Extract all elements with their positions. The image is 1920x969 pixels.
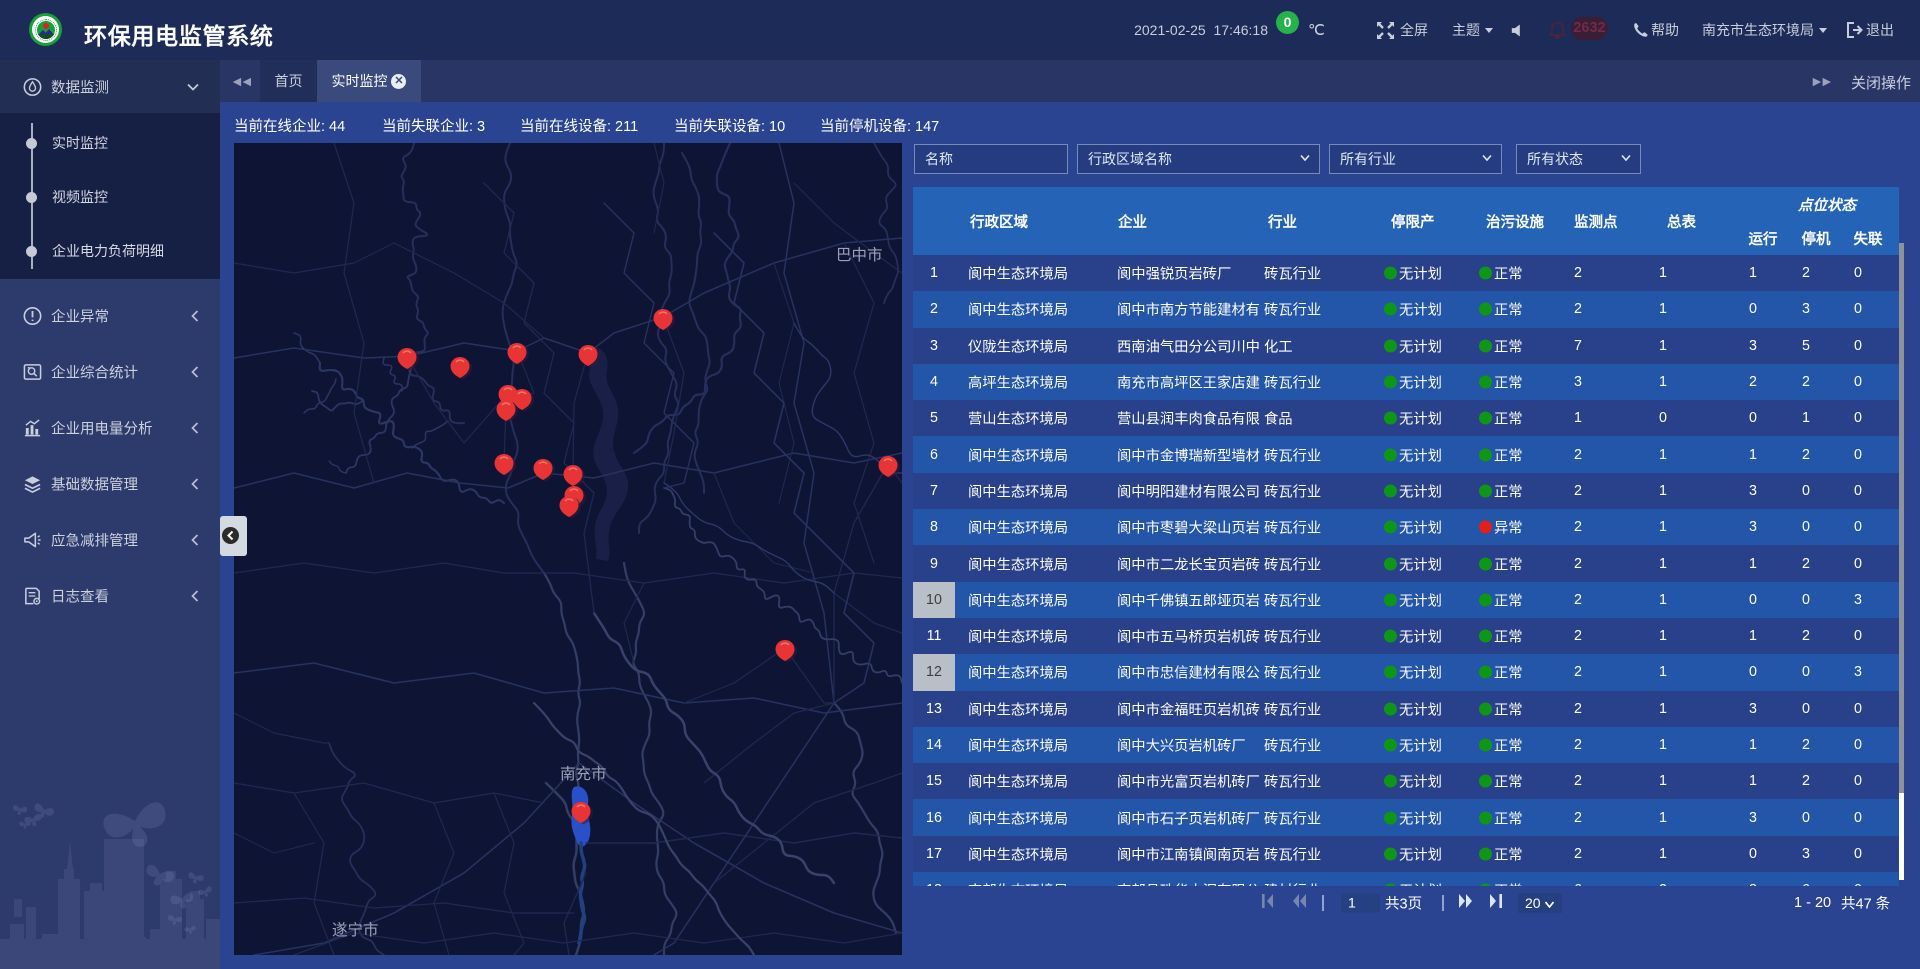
svg-text:南充市: 南充市 bbox=[560, 765, 607, 783]
svg-text:巴中市: 巴中市 bbox=[836, 246, 883, 264]
svg-text:遂宁市: 遂宁市 bbox=[332, 921, 379, 939]
